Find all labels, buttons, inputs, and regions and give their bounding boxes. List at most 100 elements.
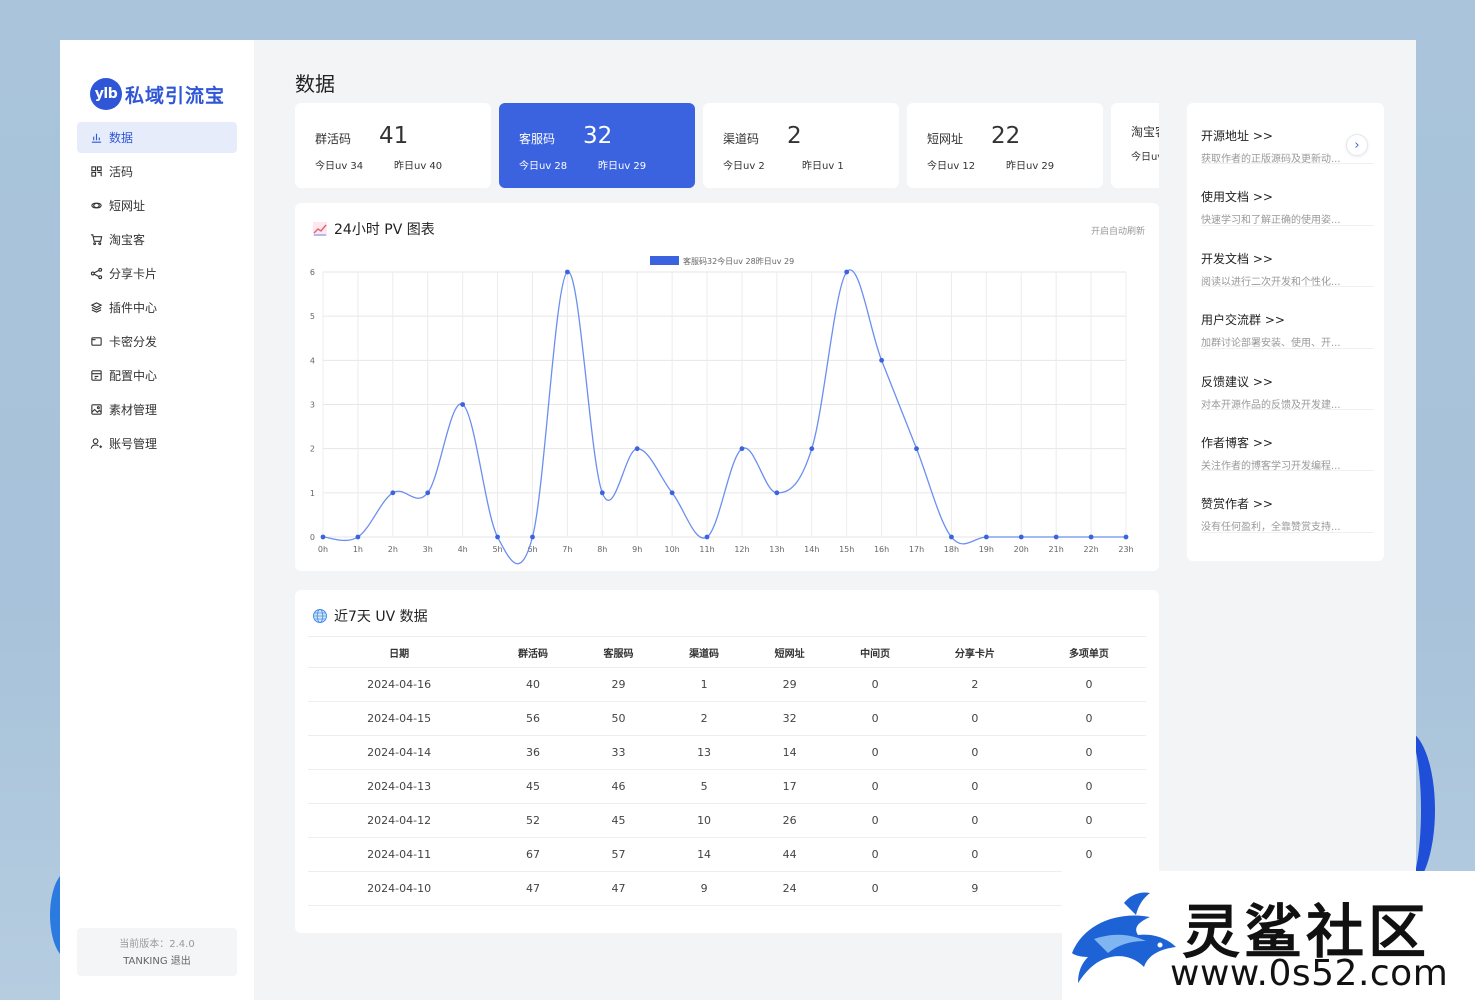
- card-yesterday: 昨日uv 1: [802, 161, 844, 172]
- data-point: [599, 490, 605, 496]
- version-text: 当前版本：2.4.0: [119, 939, 195, 950]
- logo-text: 私域引流宝: [125, 84, 226, 107]
- shark-logo-icon: [1072, 892, 1176, 983]
- auto-refresh-toggle[interactable]: 开启自动刷新: [1091, 224, 1145, 237]
- table-cell: 13: [661, 735, 747, 770]
- table-header-row: 日期 群活码 客服码 渠道码 短网址 中间页 分享卡片 多项单页: [308, 636, 1146, 668]
- data-point: [983, 534, 989, 540]
- logo-badge: ylb: [90, 78, 122, 110]
- sidebar-item-plugins[interactable]: 插件中心: [77, 292, 237, 323]
- quick-link-desc: 加群讨论部署安装、使用、开...: [1201, 338, 1341, 350]
- table-cell: 57: [575, 837, 662, 872]
- data-point: [495, 534, 500, 540]
- sidebar-item-accounts[interactable]: 账号管理: [77, 428, 237, 459]
- x-tick-label: 7h: [562, 545, 572, 554]
- table-cell: 29: [746, 667, 833, 702]
- data-point: [669, 490, 675, 496]
- table-cell: 14: [746, 735, 833, 770]
- data-point: [774, 490, 780, 496]
- sidebar-item-label: 卡密分发: [109, 335, 158, 349]
- sidebar-item-cardkey[interactable]: 卡密分发: [77, 326, 237, 357]
- layers-icon: [89, 301, 103, 315]
- table-row: 2024-04-12 52 45 10 26 0 0 0: [308, 803, 1146, 838]
- table-cell: 0: [832, 667, 918, 702]
- sidebar-item-label: 账号管理: [109, 437, 158, 451]
- sidebar-item-label: 素材管理: [109, 403, 158, 417]
- card-yesterday: 昨日uv 29: [598, 161, 647, 172]
- logo[interactable]: ylb 私域引流宝: [60, 40, 254, 122]
- uv-table-panel: 近7天 UV 数据 日期 群活码 客服码 渠道码 短网址 中间页 分享卡片 多项单页 2024…: [295, 590, 1159, 933]
- sidebar-item-label: 插件中心: [109, 301, 158, 315]
- table-cell: 9: [917, 871, 1032, 906]
- table-cell: 1: [661, 667, 747, 702]
- sidebar-item-materials[interactable]: 素材管理: [77, 394, 237, 425]
- stat-card-taobaoke[interactable]: 淘宝客 今日uv: [1111, 103, 1159, 188]
- data-point: [844, 269, 850, 275]
- column-header: 分享卡片: [917, 636, 1032, 668]
- table-cell: 0: [917, 803, 1032, 838]
- image-icon: [89, 403, 103, 417]
- table-cell: 0: [1031, 701, 1146, 736]
- uv-table: 日期 群活码 客服码 渠道码 短网址 中间页 分享卡片 多项单页 2024-04-16 40 29…: [308, 636, 1146, 906]
- data-point: [1053, 534, 1059, 540]
- quick-link-desc: 关注作者的博客学习开发编程...: [1201, 460, 1341, 472]
- quick-link-item[interactable]: 反馈建议 >> 对本开源作品的反馈及开发建...: [1201, 349, 1374, 411]
- stat-card-group-code[interactable]: 群活码 41 今日uv 34 昨日uv 40: [295, 103, 491, 188]
- x-tick-label: 20h: [1014, 545, 1029, 554]
- table-cell: 0: [832, 769, 918, 804]
- table-cell: 2024-04-16: [308, 667, 491, 702]
- data-point: [460, 402, 466, 407]
- y-tick-label: 6: [310, 268, 315, 277]
- table-cell: 33: [575, 735, 662, 770]
- table-cell: 52: [490, 803, 576, 838]
- stat-card-short-url[interactable]: 短网址 22 今日uv 12 昨日uv 29: [907, 103, 1103, 188]
- column-header: 渠道码: [661, 636, 747, 668]
- cards-next-button[interactable]: ›: [1346, 134, 1368, 156]
- column-header: 短网址: [746, 636, 833, 668]
- sidebar-menu: 数据 活码 短网址 淘宝客 分享卡片 插件中心 卡密分发 配置中心 素材管理 账…: [60, 122, 254, 459]
- legend-label: 客服码32今日uv 28昨日uv 29: [683, 256, 794, 266]
- user-icon: [89, 437, 103, 451]
- card-yesterday: 昨日uv 40: [394, 161, 443, 172]
- table-cell: 46: [575, 769, 662, 804]
- quick-link-item[interactable]: 使用文档 >> 快速学习和了解正确的使用姿...: [1201, 164, 1374, 226]
- stat-card-channel-code[interactable]: 渠道码 2 今日uv 2 昨日uv 1: [703, 103, 899, 188]
- table-cell: 0: [917, 735, 1032, 770]
- sidebar-item-taobaoke[interactable]: 淘宝客: [77, 224, 237, 255]
- table-cell: 45: [490, 769, 576, 804]
- chevron-right-icon: ›: [1354, 137, 1360, 153]
- logout-link[interactable]: TANKING 退出: [77, 953, 237, 970]
- data-point: [704, 534, 710, 540]
- table-cell: 47: [490, 871, 576, 906]
- sidebar-item-sharecard[interactable]: 分享卡片: [77, 258, 237, 289]
- x-tick-label: 2h: [388, 545, 398, 554]
- table-body: 2024-04-16 40 29 1 29 0 2 0 2024-04-15 56 50 2 32 0 0 0…: [308, 667, 1146, 906]
- sidebar-item-data[interactable]: 数据: [77, 122, 237, 153]
- table-cell: 5: [661, 769, 747, 804]
- column-header: 中间页: [832, 636, 918, 668]
- table-cell: 45: [575, 803, 662, 838]
- sidebar-item-label: 配置中心: [109, 369, 158, 383]
- quick-link-item[interactable]: 作者博客 >> 关注作者的博客学习开发编程...: [1201, 410, 1374, 472]
- x-tick-label: 12h: [734, 545, 749, 554]
- quick-link-item[interactable]: 用户交流群 >> 加群讨论部署安装、使用、开...: [1201, 287, 1374, 350]
- sidebar-item-livecode[interactable]: 活码: [77, 156, 237, 187]
- y-tick-label: 5: [310, 312, 315, 321]
- quick-link-item[interactable]: 开源地址 >> 获取作者的正版源码及更新动...: [1201, 103, 1374, 165]
- data-point: [390, 490, 396, 496]
- app-window: ylb 私域引流宝 数据 活码 短网址 淘宝客 分享卡片 插件中心 卡密分发 配…: [60, 40, 1416, 1000]
- card-today: 今日uv 2: [723, 161, 765, 172]
- quick-link-item[interactable]: 赞赏作者 >> 没有任何盈利，全靠赞赏支持...: [1201, 471, 1374, 533]
- sidebar-item-shorturl[interactable]: 短网址: [77, 190, 237, 221]
- card-today: 今日uv 34: [315, 161, 364, 172]
- quick-link-item[interactable]: 开发文档 >> 阅读以进行二次开发和个性化...: [1201, 226, 1374, 288]
- stat-card-service-code[interactable]: 客服码 32 今日uv 28 昨日uv 29: [499, 103, 695, 188]
- sidebar-item-config[interactable]: 配置中心: [77, 360, 237, 391]
- table-row: 2024-04-10 47 47 9 24 0 9: [308, 871, 1146, 906]
- quick-links-panel: 开源地址 >> 获取作者的正版源码及更新动... 使用文档 >> 快速学习和了解正确的…: [1187, 103, 1384, 561]
- sidebar-item-label: 短网址: [109, 199, 146, 213]
- table-cell: 0: [917, 837, 1032, 872]
- x-tick-label: 10h: [665, 545, 680, 554]
- sidebar-item-label: 活码: [109, 165, 134, 179]
- table-cell: 0: [1031, 837, 1146, 872]
